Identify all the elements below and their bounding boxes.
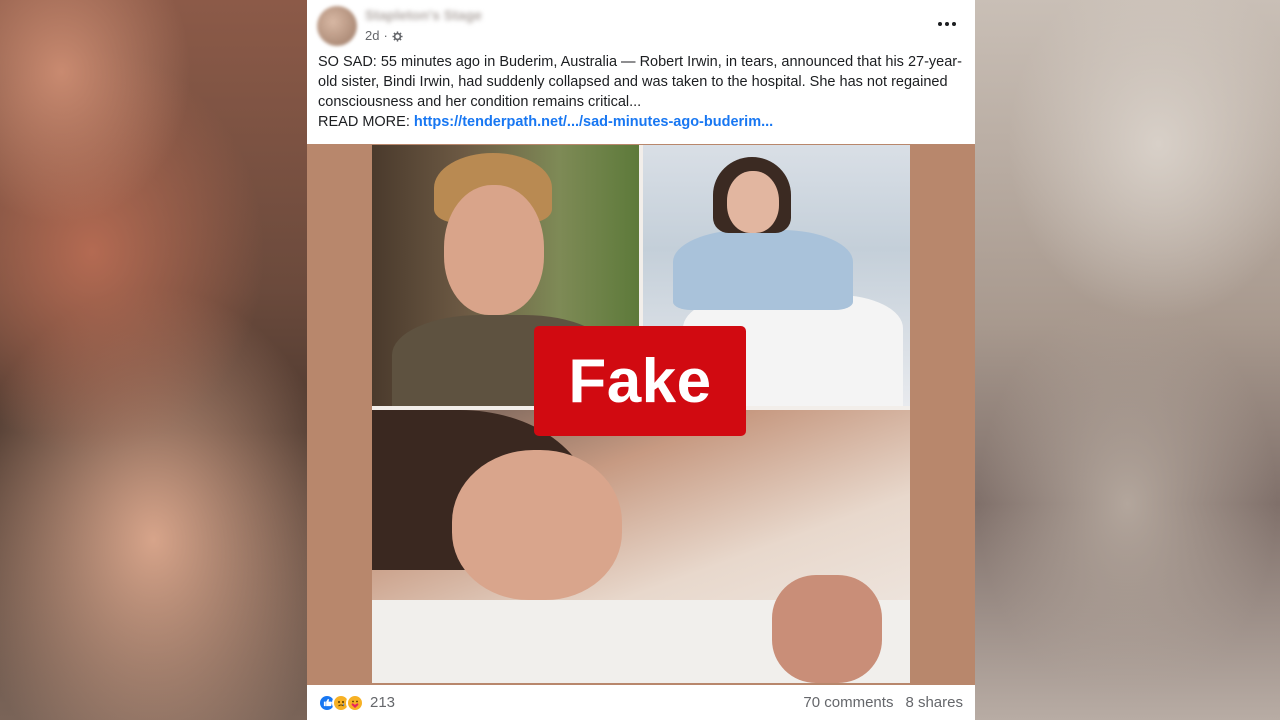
dot-icon [945,22,949,26]
face-shape [452,450,622,600]
page-name[interactable]: Stapleton's Stage [365,7,482,23]
avatar[interactable] [317,6,357,46]
shares-count[interactable]: 8 shares [905,694,963,711]
post-footer: 213 70 comments 8 shares [307,685,975,720]
post-body: SO SAD: 55 minutes ago in Buderim, Austr… [318,54,962,110]
fake-stamp: Fake [534,326,746,436]
post-header: Stapleton's Stage 2d · [307,0,975,50]
reaction-count: 213 [370,694,396,711]
post-meta: 2d · [365,28,403,43]
facebook-post-card: Stapleton's Stage 2d · SO SAD: 55 minute… [307,0,975,720]
face-shape [727,171,779,233]
comments-count[interactable]: 70 comments [803,694,893,711]
post-image[interactable]: Fake [307,144,975,685]
gear-icon [392,30,403,42]
dot-icon [938,22,942,26]
read-more-label: READ MORE: [318,114,410,130]
reactions-summary[interactable]: 213 [318,693,396,712]
more-options-button[interactable] [933,14,961,34]
meta-separator: · [383,28,388,43]
blurred-background-right [975,0,1280,720]
hand-shape [772,575,882,683]
read-more-line: READ MORE: https://tenderpath.net/.../sa… [318,112,966,132]
blurred-background-left [0,0,307,720]
photo-bindi-closeup [372,410,910,683]
engagement-counts: 70 comments 8 shares [803,694,963,711]
post-time[interactable]: 2d [365,28,379,43]
gown-shape [673,230,853,310]
dot-icon [952,22,956,26]
care-icon [346,693,364,712]
face-shape [444,185,544,315]
post-text: SO SAD: 55 minutes ago in Buderim, Austr… [318,52,966,132]
post-link[interactable]: https://tenderpath.net/.../sad-minutes-a… [414,114,773,130]
